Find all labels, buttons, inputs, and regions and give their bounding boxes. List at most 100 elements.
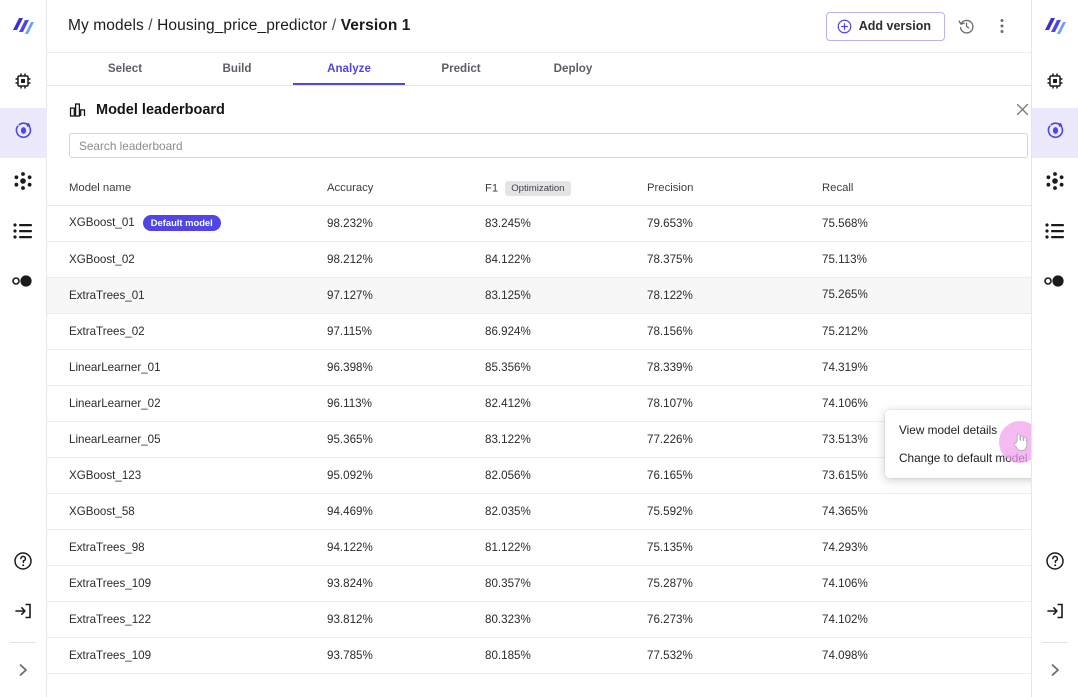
sidebar-item-compute[interactable]	[0, 58, 47, 108]
left-sidebar-bottom	[0, 538, 46, 697]
model-leaderboard-panel: Model leaderboard Model name	[47, 86, 1031, 697]
cell-recall: 75.113%	[822, 241, 1031, 278]
app-logo-icon[interactable]	[0, 0, 47, 54]
cell-f1: 80.185%	[485, 637, 647, 674]
sidebar-item-data[interactable]	[0, 258, 47, 308]
cell-precision: 77.226%	[647, 421, 822, 458]
cell-precision: 76.273%	[647, 601, 822, 638]
search-input[interactable]	[69, 133, 1028, 158]
breadcrumb-project[interactable]: Housing_price_predictor	[157, 17, 327, 34]
cell-model-name: XGBoost_58	[47, 493, 327, 530]
tab-build-label: Build	[222, 61, 252, 75]
sidebar-expand[interactable]	[0, 647, 47, 697]
cell-model-name: ExtraTrees_02	[47, 313, 327, 350]
column-header-accuracy[interactable]: Accuracy	[327, 172, 485, 206]
default-model-badge: Default model	[142, 215, 221, 231]
cell-precision: 78.156%	[647, 313, 822, 350]
cell-model-name: LinearLearner_05	[47, 421, 327, 458]
cell-f1: 84.122%	[485, 241, 647, 278]
cell-accuracy: 93.785%	[327, 637, 485, 674]
circles-icon	[12, 274, 34, 293]
tab-deploy[interactable]: Deploy	[517, 53, 629, 85]
plus-circle-icon	[837, 19, 852, 34]
circles-icon	[1044, 274, 1066, 293]
sidebar-item-signout-secondary[interactable]	[1032, 588, 1078, 638]
cell-precision: 78.339%	[647, 349, 822, 386]
breadcrumb-current: Version 1	[340, 17, 411, 34]
sidebar-divider	[10, 642, 36, 643]
orbit-icon	[1045, 120, 1066, 146]
table-row[interactable]: XGBoost_02 98.212% 84.122% 78.375% 75.11…	[47, 241, 1031, 278]
table-row[interactable]: XGBoost_123 95.092% 82.056% 76.165% 73.6…	[47, 457, 1031, 494]
cell-f1: 85.356%	[485, 349, 647, 386]
cell-f1: 83.245%	[485, 205, 647, 242]
table-row[interactable]: ExtraTrees_98 94.122% 81.122% 75.135% 74…	[47, 529, 1031, 566]
sidebar-item-data-secondary[interactable]	[1032, 258, 1078, 308]
table-row[interactable]: LinearLearner_01 96.398% 85.356% 78.339%…	[47, 349, 1031, 386]
column-label-precision: Precision	[647, 182, 694, 195]
cell-recall: 74.102%	[822, 601, 1031, 638]
cell-accuracy: 93.812%	[327, 601, 485, 638]
menu-item-view-model-details[interactable]: View model details	[885, 416, 1031, 444]
tab-predict[interactable]: Predict	[405, 53, 517, 85]
table-row[interactable]: XGBoost_58 94.469% 82.035% 75.592% 74.36…	[47, 493, 1031, 530]
cell-precision: 78.122%	[647, 277, 822, 314]
column-header-model-name[interactable]: Model name	[47, 172, 327, 206]
cell-f1: 80.323%	[485, 601, 647, 638]
sidebar-item-models-secondary[interactable]	[1031, 108, 1078, 158]
sidebar-item-signout[interactable]	[0, 588, 47, 638]
add-version-label: Add version	[858, 19, 931, 33]
cell-f1: 83.125%	[485, 277, 647, 314]
sidebar-expand-secondary[interactable]	[1032, 647, 1078, 697]
tab-analyze[interactable]: Analyze	[293, 53, 405, 85]
sidebar-item-help[interactable]	[0, 538, 47, 588]
table-head: Model name Accuracy F1 Optimization Preci…	[47, 172, 1031, 206]
breadcrumb-root[interactable]: My models	[68, 17, 144, 34]
list-icon	[1045, 222, 1065, 244]
help-circle-icon	[1045, 551, 1065, 576]
add-version-button[interactable]: Add version	[825, 11, 945, 41]
sidebar-item-pipeline[interactable]	[0, 158, 47, 208]
menu-item-change-to-default-model[interactable]: Change to default model	[885, 444, 1031, 472]
column-label-accuracy: Accuracy	[327, 182, 374, 195]
more-options-button[interactable]	[987, 11, 1017, 41]
sidebar-item-pipeline-secondary[interactable]	[1032, 158, 1078, 208]
orbit-icon	[13, 120, 34, 146]
table-row[interactable]: LinearLearner_05 95.365% 83.122% 77.226%…	[47, 421, 1031, 458]
tab-build[interactable]: Build	[181, 53, 293, 85]
cell-accuracy: 94.122%	[327, 529, 485, 566]
version-history-button[interactable]	[951, 11, 981, 41]
sidebar-item-help-secondary[interactable]	[1032, 538, 1078, 588]
close-panel-button[interactable]	[1010, 98, 1031, 122]
cell-accuracy: 96.113%	[327, 385, 485, 422]
sidebar-item-jobs-secondary[interactable]	[1032, 208, 1078, 258]
cell-accuracy: 94.469%	[327, 493, 485, 530]
cell-model-name: ExtraTrees_109	[47, 565, 327, 602]
tab-select[interactable]: Select	[69, 53, 181, 85]
cell-precision: 76.165%	[647, 457, 822, 494]
table-row[interactable]: ExtraTrees_02 97.115% 86.924% 78.156% 75…	[47, 313, 1031, 350]
sidebar-item-compute-secondary[interactable]	[1032, 58, 1078, 108]
cell-f1: 81.122%	[485, 529, 647, 566]
cell-f1: 82.412%	[485, 385, 647, 422]
panel-header: Model leaderboard	[47, 86, 1031, 133]
sidebar-item-jobs[interactable]	[0, 208, 47, 258]
table-row[interactable]: ExtraTrees_109 93.785% 80.185% 77.532% 7…	[47, 637, 1031, 674]
table-row[interactable]: ExtraTrees_109 93.824% 80.357% 75.287% 7…	[47, 565, 1031, 602]
cell-recall: 74.106%	[822, 565, 1031, 602]
panel-title-text: Model leaderboard	[96, 101, 225, 118]
column-header-f1[interactable]: F1 Optimization	[485, 172, 647, 206]
app-logo-icon-secondary[interactable]	[1032, 0, 1078, 54]
cell-model-name: LinearLearner_02	[47, 385, 327, 422]
sidebar-item-models[interactable]	[0, 108, 47, 158]
cell-accuracy: 97.115%	[327, 313, 485, 350]
column-header-recall[interactable]: Recall	[822, 172, 1031, 206]
table-row[interactable]: ExtraTrees_122 93.812% 80.323% 76.273% 7…	[47, 601, 1031, 638]
table-row[interactable]: ExtraTrees_01 97.127% 83.125% 78.122% 75…	[47, 277, 1031, 314]
table-row[interactable]: XGBoost_01 Default model 98.232% 83.245% …	[47, 205, 1031, 242]
column-header-precision[interactable]: Precision	[647, 172, 822, 206]
cell-accuracy: 98.232%	[327, 205, 485, 242]
table-row[interactable]: LinearLearner_02 96.113% 82.412% 78.107%…	[47, 385, 1031, 422]
panel-title: Model leaderboard	[69, 101, 225, 118]
column-label-model-name: Model name	[69, 182, 132, 195]
